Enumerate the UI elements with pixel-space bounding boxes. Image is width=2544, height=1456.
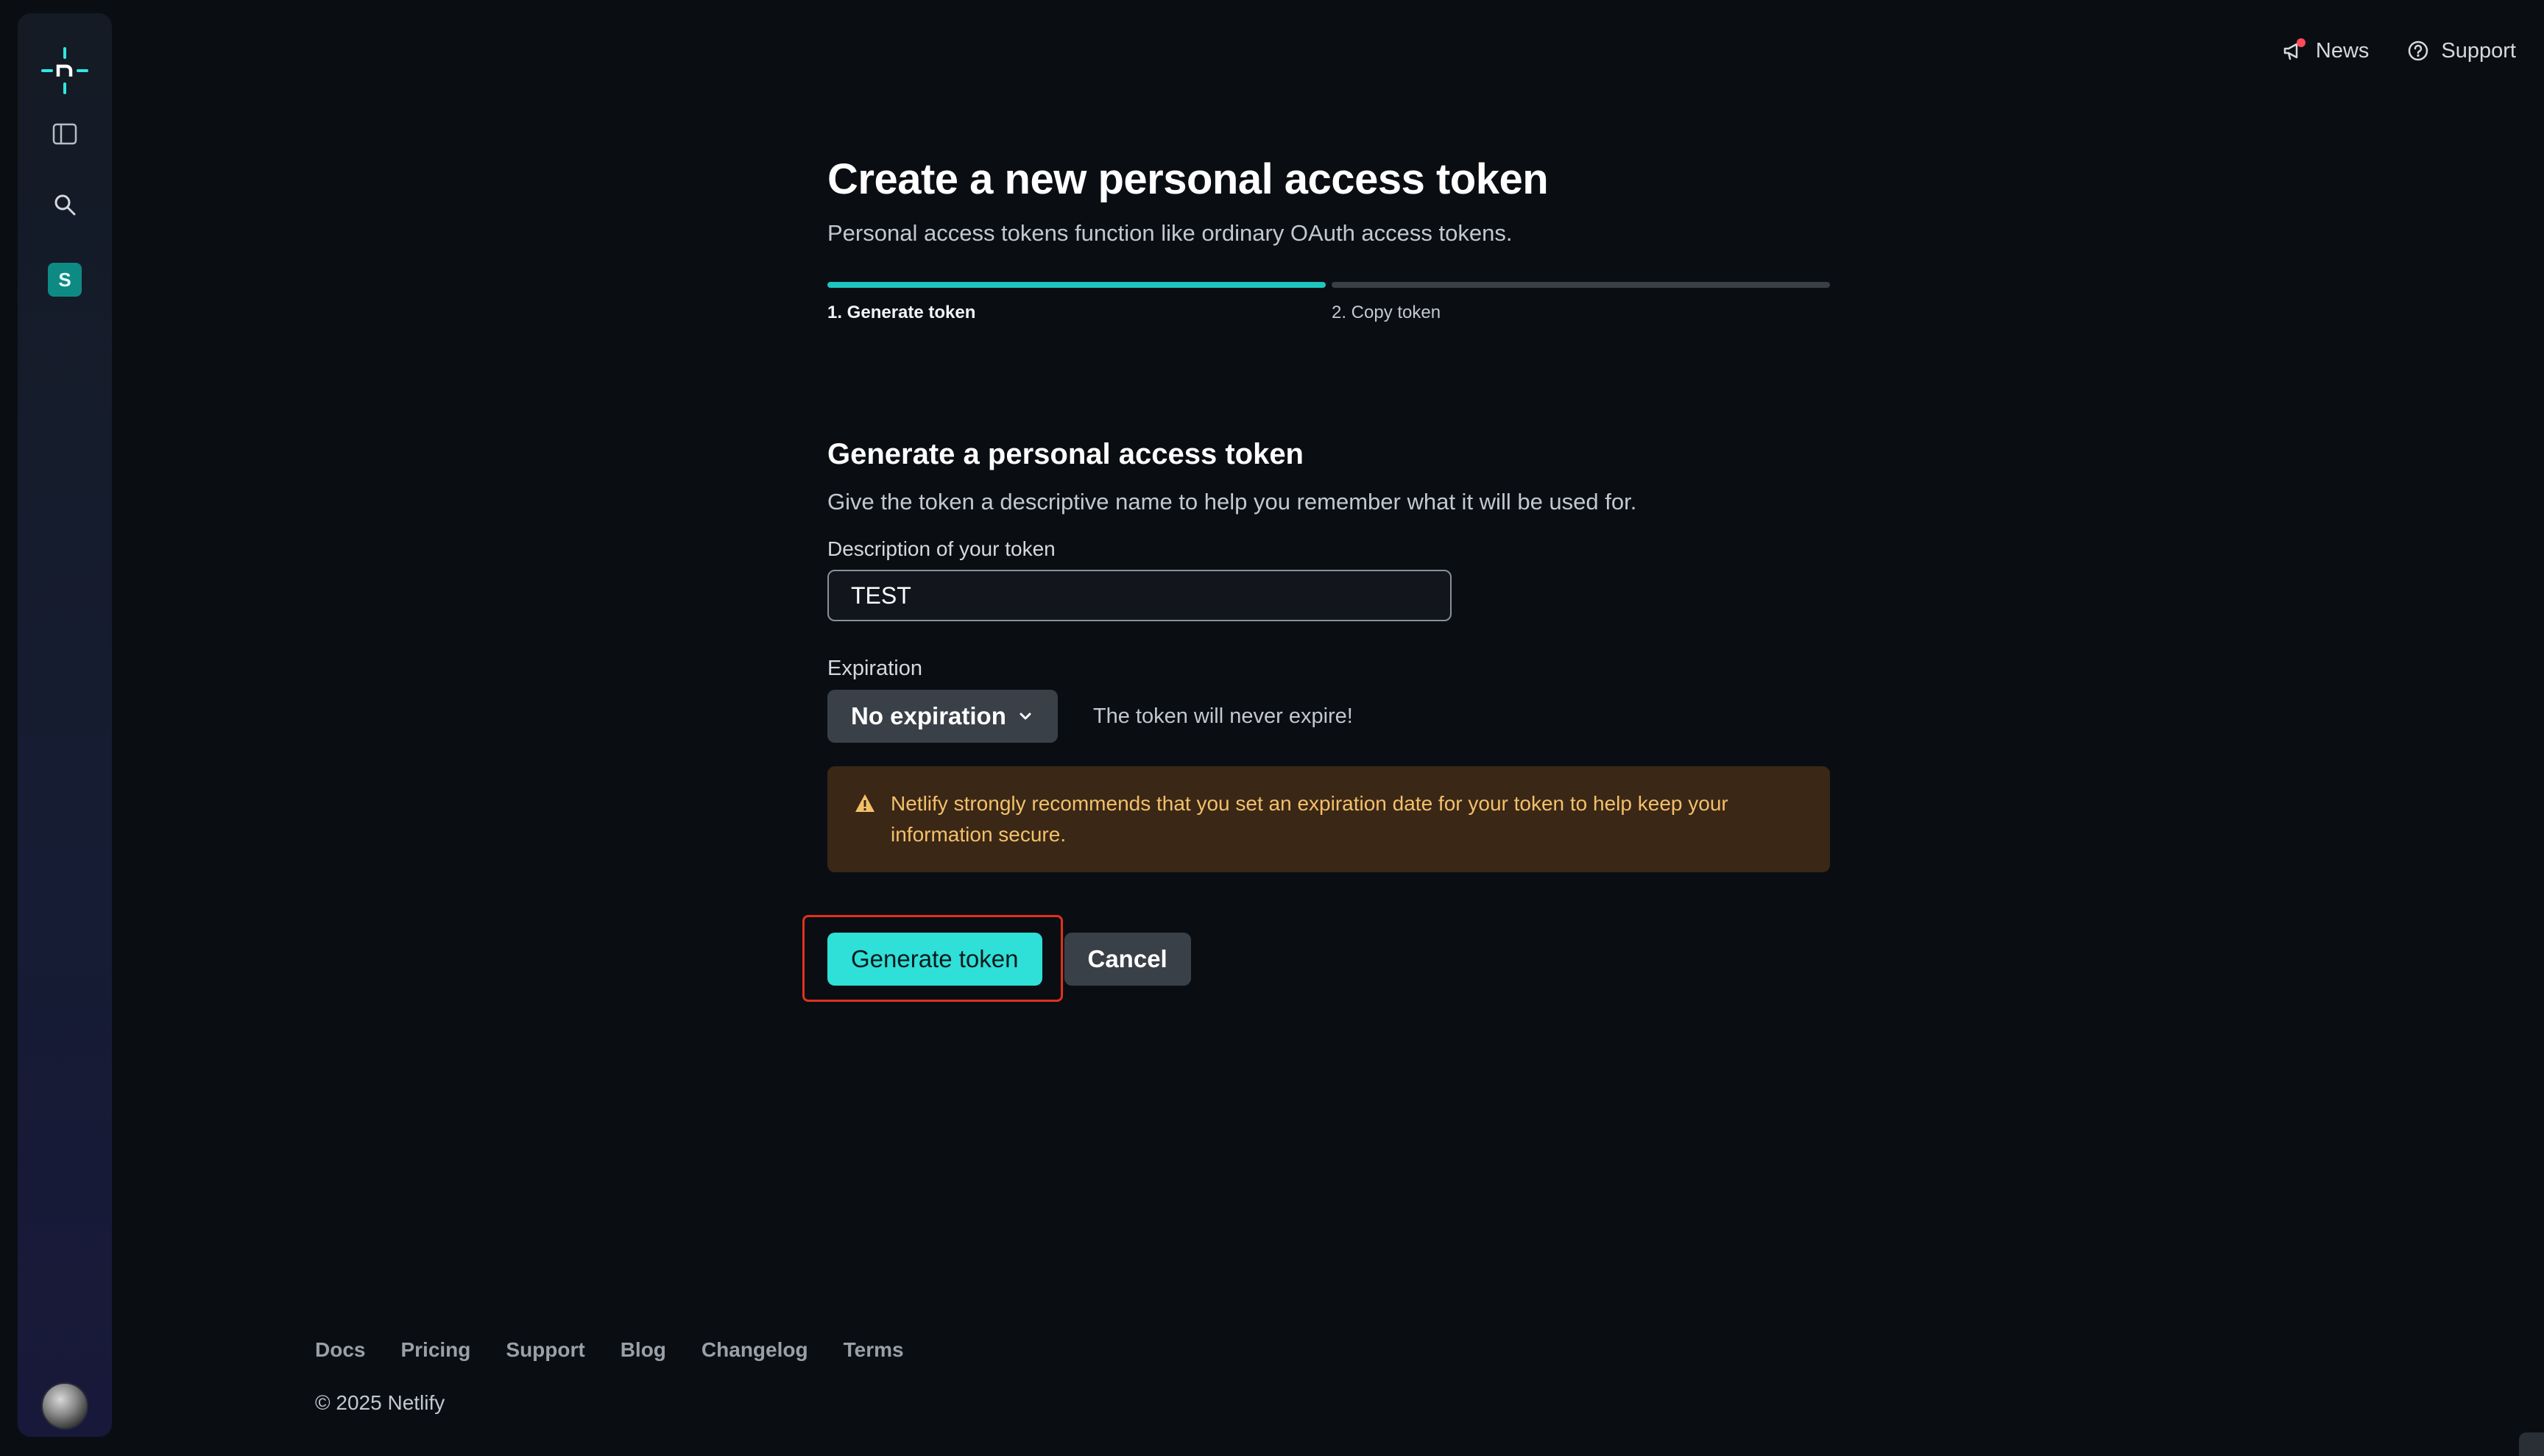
news-notification-dot [2296,38,2306,47]
footer-link-changelog[interactable]: Changelog [702,1338,808,1362]
sidebar-toggle-button[interactable] [18,116,112,152]
corner-widget [2519,1432,2544,1456]
footer-link-docs[interactable]: Docs [315,1338,365,1362]
warning-icon [855,794,875,812]
token-description-input[interactable] [827,570,1452,621]
footer-link-pricing[interactable]: Pricing [400,1338,470,1362]
description-label: Description of your token [827,537,1056,560]
footer-link-blog[interactable]: Blog [621,1338,666,1362]
step-generate-token: 1. Generate token [827,282,1326,323]
netlify-logo[interactable] [18,35,112,106]
netlify-logo-icon [41,47,88,94]
chevron-down-icon [1020,713,1031,720]
step-label: 2. Copy token [1332,303,1441,322]
expiration-select[interactable]: No expiration [827,690,1058,743]
search-icon [54,194,76,216]
sidebar-search-button[interactable] [18,187,112,222]
user-menu[interactable] [18,1381,112,1431]
avatar [41,1382,88,1430]
page-title: Create a new personal access token [827,155,1549,203]
step-copy-token: 2. Copy token [1332,282,1830,323]
footer-link-terms[interactable]: Terms [844,1338,904,1362]
step-bar [1332,282,1830,288]
progress-steps: 1. Generate token 2. Copy token [827,282,1830,323]
page-subtitle: Personal access tokens function like ord… [827,220,1513,246]
cancel-button[interactable]: Cancel [1064,933,1191,986]
news-link[interactable]: News [2280,38,2370,63]
expiration-warning: Netlify strongly recommends that you set… [827,766,1830,872]
support-link[interactable]: Support [2406,38,2516,63]
generate-token-button[interactable]: Generate token [827,933,1042,986]
team-switcher[interactable]: S [18,261,112,299]
megaphone-icon [2280,38,2306,63]
step-label: 1. Generate token [827,303,976,322]
expiration-label: Expiration [827,657,922,680]
step-bar [827,282,1326,288]
team-avatar: S [48,263,82,297]
warning-text: Netlify strongly recommends that you set… [891,792,1728,846]
expiration-selected-value: No expiration [851,702,1006,729]
sidebar-panel-icon [52,123,77,145]
main-content: Create a new personal access token Perso… [802,155,1830,1002]
section-subtitle: Give the token a descriptive name to hel… [827,489,1637,515]
form-actions: Generate token Cancel [802,915,1830,1002]
help-circle-icon [2406,38,2431,63]
expiration-note: The token will never expire! [1092,704,1353,728]
sidebar: S [18,13,112,1437]
footer-link-support[interactable]: Support [506,1338,584,1362]
news-label: News [2315,38,2370,63]
top-links: News Support [2280,38,2516,63]
copyright: © 2025 Netlify [315,1391,445,1414]
support-label: Support [2441,38,2516,63]
footer-links: Docs Pricing Support Blog Changelog Term… [315,1338,904,1362]
footer: Docs Pricing Support Blog Changelog Term… [315,1338,904,1415]
expiration-row: No expiration The token will never expir… [827,690,1830,743]
section-title: Generate a personal access token [827,438,1304,470]
